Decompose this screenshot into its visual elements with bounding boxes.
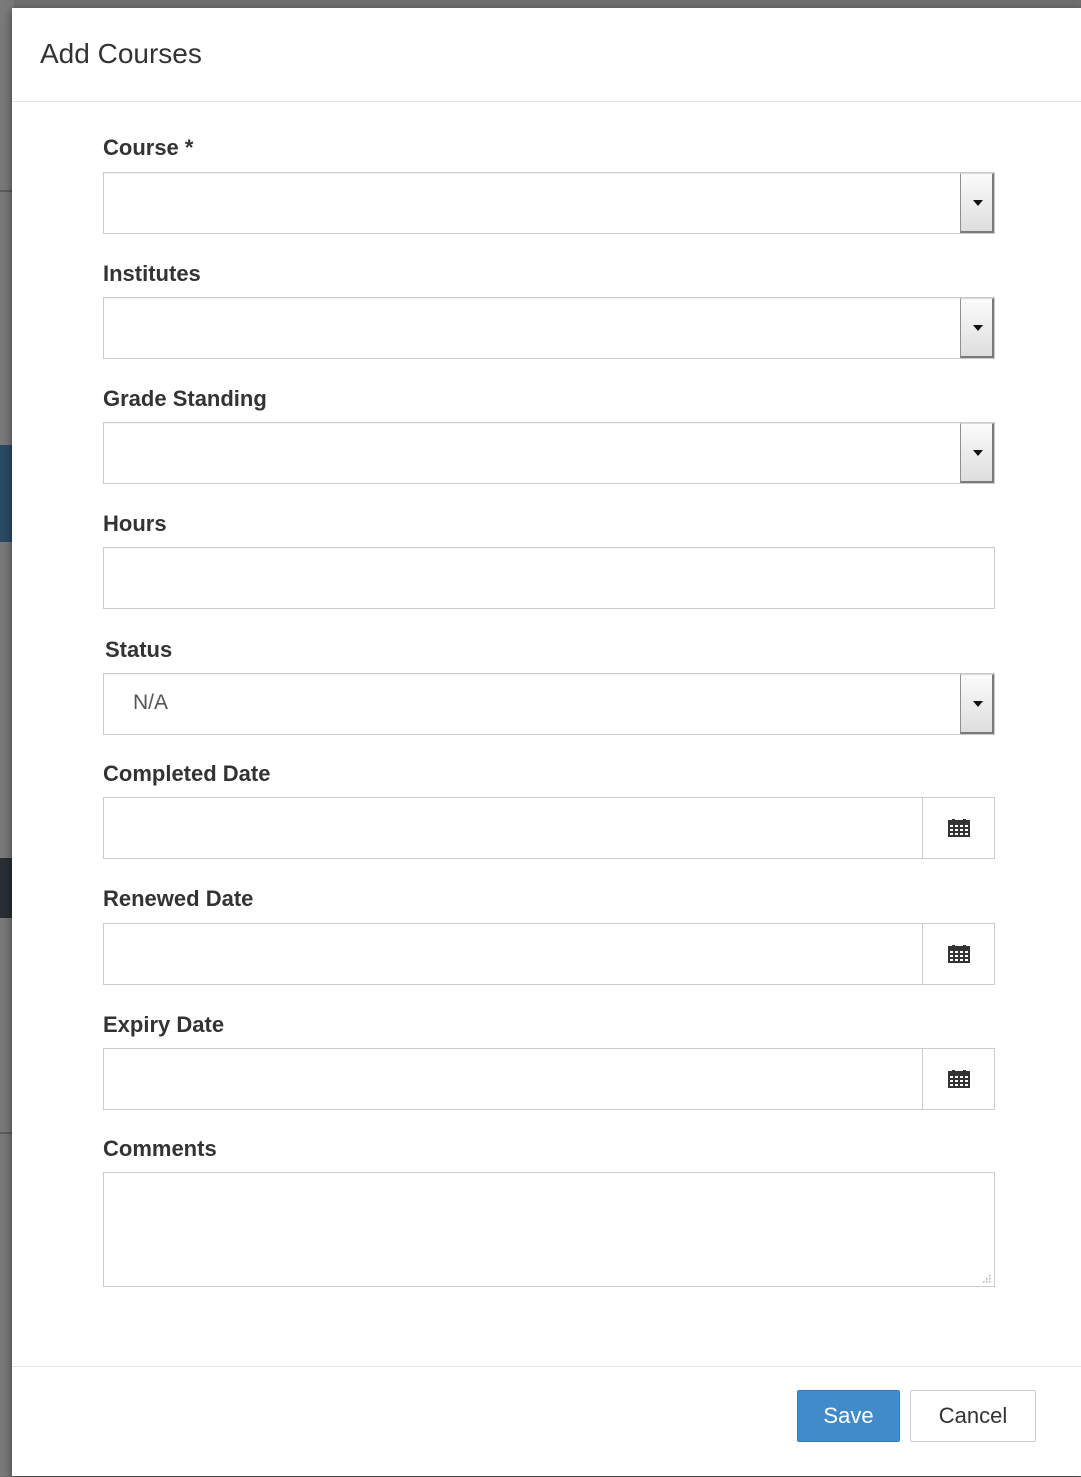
calendar-icon xyxy=(948,819,970,837)
expiry-date-input[interactable] xyxy=(103,1048,923,1110)
renewed-date-input[interactable] xyxy=(103,923,923,985)
resize-grip-icon[interactable] xyxy=(981,1273,991,1283)
grade-standing-select[interactable] xyxy=(103,422,995,484)
hours-label: Hours xyxy=(103,511,167,536)
course-select[interactable] xyxy=(103,172,995,234)
calendar-icon xyxy=(948,945,970,963)
status-select[interactable]: N/A xyxy=(103,673,995,735)
institutes-select[interactable] xyxy=(103,297,995,359)
status-select-value: N/A xyxy=(133,691,169,714)
grade-standing-label: Grade Standing xyxy=(103,386,267,411)
completed-date-picker-button[interactable] xyxy=(922,797,995,859)
comments-label: Comments xyxy=(103,1136,217,1161)
status-label: Status xyxy=(105,637,173,662)
expiry-date-label: Expiry Date xyxy=(103,1012,225,1037)
chevron-down-icon[interactable] xyxy=(960,298,994,358)
add-courses-modal: Add Courses Course * Institutes Grade St… xyxy=(12,8,1081,1476)
renewed-date-label: Renewed Date xyxy=(103,886,254,911)
chevron-down-icon[interactable] xyxy=(960,674,994,734)
renewed-date-picker-button[interactable] xyxy=(922,923,995,985)
modal-title: Add Courses xyxy=(40,38,202,69)
completed-date-input[interactable] xyxy=(103,797,923,859)
comments-textarea[interactable] xyxy=(103,1172,995,1287)
course-label: Course * xyxy=(103,135,194,160)
cancel-button[interactable]: Cancel xyxy=(910,1390,1036,1442)
completed-date-label: Completed Date xyxy=(103,761,271,786)
hours-input[interactable] xyxy=(103,547,995,609)
expiry-date-picker-button[interactable] xyxy=(922,1048,995,1110)
calendar-icon xyxy=(948,1070,970,1088)
save-button[interactable]: Save xyxy=(797,1390,900,1442)
institutes-label: Institutes xyxy=(103,261,201,286)
chevron-down-icon[interactable] xyxy=(960,173,994,233)
chevron-down-icon[interactable] xyxy=(960,423,994,483)
modal-header: Add Courses xyxy=(12,8,1081,102)
